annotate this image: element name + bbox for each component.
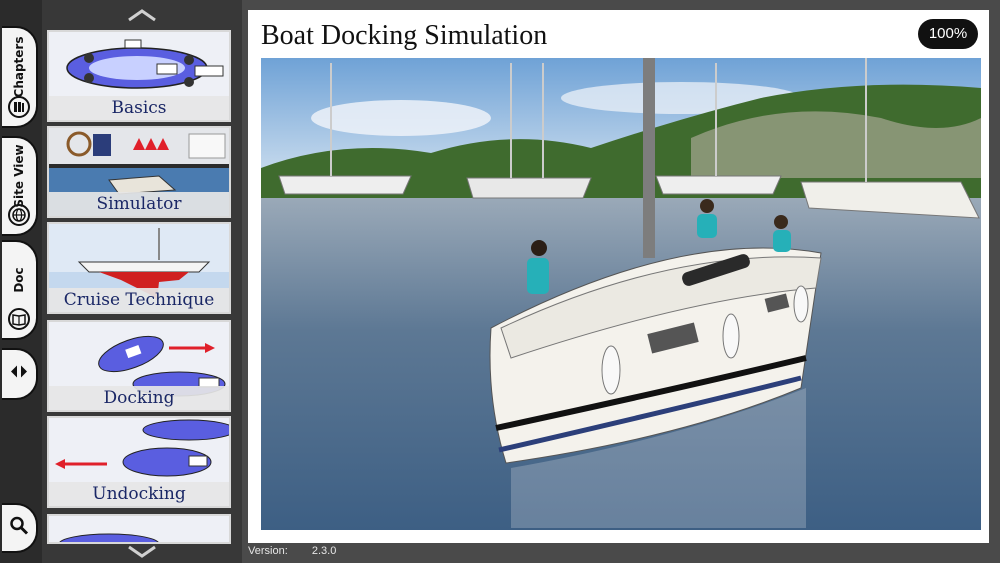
version-value: 2.3.0 [311, 545, 337, 557]
book-icon [8, 308, 30, 330]
version-footer: Version: 2.3.0 [248, 545, 336, 561]
page-title: Boat Docking Simulation [261, 20, 548, 51]
chevron-down-icon [128, 545, 156, 558]
chapter-basics[interactable]: Basics [47, 30, 231, 122]
tab-site-view-label: Site View [12, 144, 26, 209]
chapter-docking-label: Docking [49, 386, 229, 410]
chapter-basics-label: Basics [49, 96, 229, 120]
main-panel: Boat Docking Simulation 100% [248, 10, 989, 543]
chapter-strip: Basics Simulator Cruise Technique Dockin… [42, 0, 242, 563]
simulation-scene-image [261, 58, 981, 530]
nav-toggle-button[interactable] [2, 348, 38, 400]
zoom-button[interactable]: 100% [918, 19, 978, 49]
version-label: Version: [248, 545, 288, 557]
chevron-up-icon [128, 9, 156, 22]
chapter-undocking[interactable]: Undocking [47, 416, 231, 508]
chapter-cruise-technique-label: Cruise Technique [49, 288, 229, 312]
scroll-down-button[interactable] [42, 538, 242, 563]
search-icon [9, 516, 29, 541]
tab-chapters[interactable]: Chapters [2, 26, 38, 128]
chapter-undocking-label: Undocking [49, 482, 229, 506]
globe-icon [8, 204, 30, 226]
tab-chapters-label: Chapters [12, 36, 26, 98]
chapter-simulator[interactable]: Simulator [47, 126, 231, 218]
scroll-up-button[interactable] [42, 2, 242, 28]
tab-doc-label: Doc [12, 267, 26, 294]
left-right-arrows-icon [10, 365, 28, 384]
chapter-simulator-label: Simulator [49, 192, 229, 216]
sidebar-rail: Chapters Site View Doc [0, 0, 42, 563]
chapter-cruise-technique[interactable]: Cruise Technique [47, 222, 231, 314]
tab-doc[interactable]: Doc [2, 240, 38, 340]
chapter-docking[interactable]: Docking [47, 320, 231, 412]
tab-site-view[interactable]: Site View [2, 136, 38, 236]
books-icon [8, 96, 30, 118]
